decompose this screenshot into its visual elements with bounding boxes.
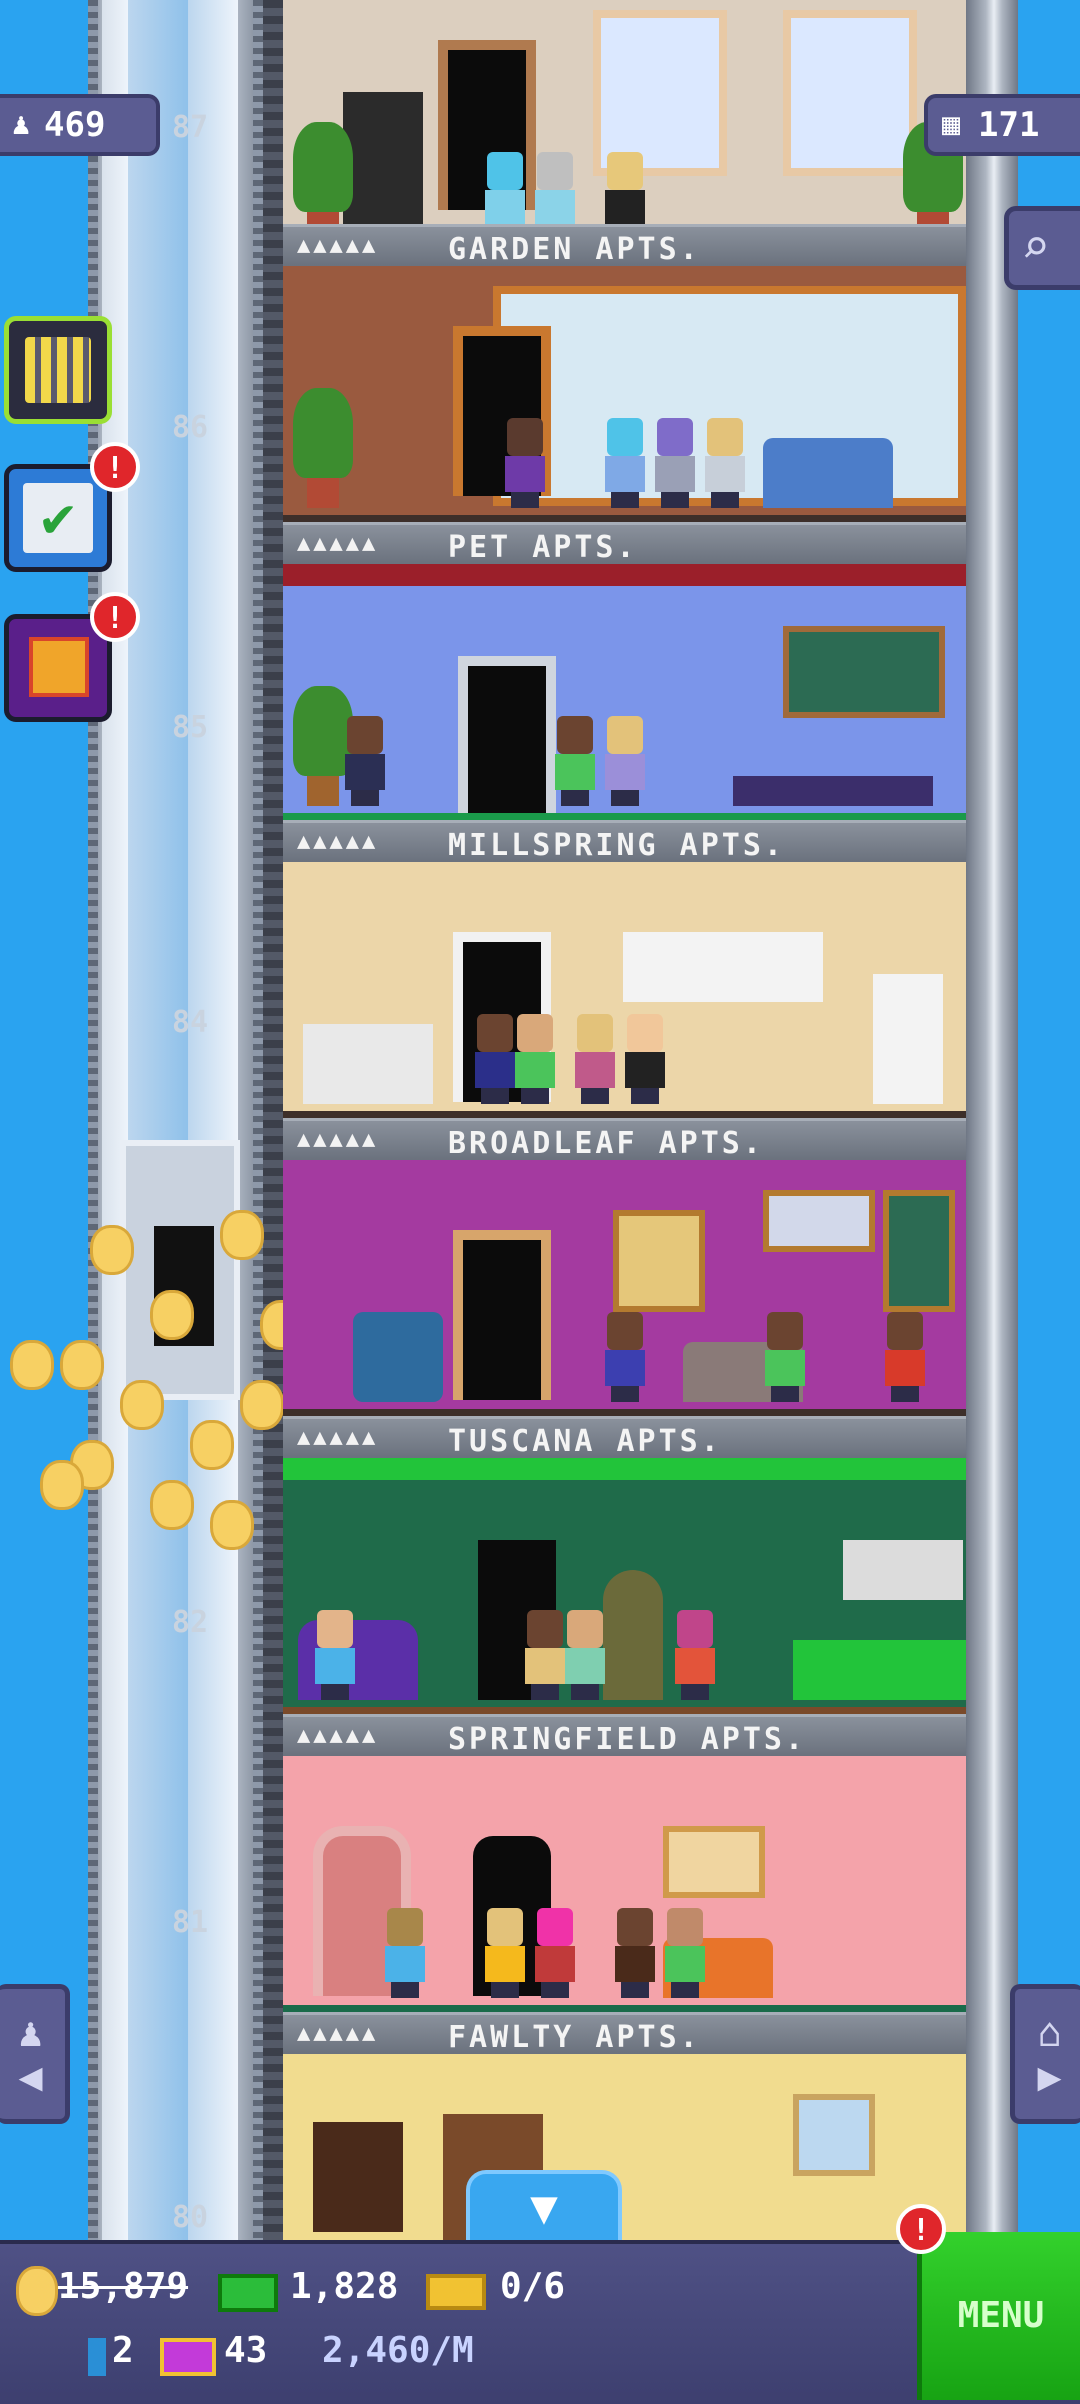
magnifier-icon: ⌕ xyxy=(1021,219,1050,275)
go-home-button[interactable]: ⌂ ▶ xyxy=(1010,1984,1080,2124)
floor-number: 80 xyxy=(171,2200,209,2235)
floor-label-garden[interactable]: ▲▲▲▲▲ GARDEN APTS. xyxy=(283,224,966,272)
elevator-shaft[interactable] xyxy=(88,0,263,2240)
floor-label-millspring[interactable]: ▲▲▲▲▲ MILLSPRING APTS. xyxy=(283,820,966,868)
floor-stars: ▲▲▲▲▲ xyxy=(297,829,379,854)
scroll-down-button[interactable]: ▼ xyxy=(466,2170,622,2244)
floor-label-pet[interactable]: ▲▲▲▲▲ PET APTS. xyxy=(283,522,966,570)
floor-label-tuscana[interactable]: ▲▲▲▲▲ TUSCANA APTS. xyxy=(283,1416,966,1464)
floor-stars: ▲▲▲▲▲ xyxy=(297,1425,379,1450)
tower-divider xyxy=(263,0,283,2240)
floor-garden-apts[interactable] xyxy=(283,0,966,257)
ticket-icon xyxy=(426,2274,486,2310)
search-button[interactable]: ⌕ xyxy=(1004,206,1080,290)
building-grid-icon xyxy=(25,337,91,403)
menu-button[interactable]: MENU xyxy=(917,2232,1080,2400)
floor-fawlty-apts[interactable] xyxy=(283,1756,966,2013)
golden-ticket-icon xyxy=(88,2338,106,2376)
floors-value: 171 xyxy=(978,105,1040,145)
floor-name: MILLSPRING APTS. xyxy=(448,828,785,863)
elevator-rider-button[interactable]: ♟ ◀ xyxy=(0,1984,70,2124)
tower-pillar-right xyxy=(966,0,1018,2240)
build-floor-button[interactable] xyxy=(4,316,112,424)
floor-springfield-apts[interactable] xyxy=(283,1458,966,1715)
gift-alert-badge: ! xyxy=(90,592,140,642)
home-arrow-icon: ⌂ ▶ xyxy=(1037,2010,1062,2100)
gift-icon xyxy=(29,637,89,697)
floor-number: 86 xyxy=(171,410,209,445)
floor-stars: ▲▲▲▲▲ xyxy=(297,1127,379,1152)
checklist-icon: ✔ xyxy=(23,483,93,553)
tickets-value: 0/6 xyxy=(500,2266,566,2307)
floor-number: 84 xyxy=(171,1005,209,1040)
floor-number: 81 xyxy=(171,1905,209,1940)
floor-stars: ▲▲▲▲▲ xyxy=(297,233,379,258)
floor-stars: ▲▲▲▲▲ xyxy=(297,2021,379,2046)
coins-value: 15,879 xyxy=(58,2266,189,2307)
floor-name: BROADLEAF APTS. xyxy=(448,1126,764,1161)
elevator-car[interactable] xyxy=(120,1140,240,1400)
floors-counter[interactable]: ▦ 171 xyxy=(924,94,1080,156)
income-rate: 2,460/M xyxy=(322,2330,474,2371)
floor-pet-apts[interactable] xyxy=(283,266,966,523)
vip-value: 43 xyxy=(224,2330,268,2371)
population-value: 469 xyxy=(44,105,106,145)
population-counter[interactable]: ♟ 469 xyxy=(0,94,160,156)
bux-value: 1,828 xyxy=(290,2266,399,2307)
floor-millspring-apts[interactable] xyxy=(283,564,966,821)
floor-label-springfield[interactable]: ▲▲▲▲▲ SPRINGFIELD APTS. xyxy=(283,1714,966,1762)
floor-stars: ▲▲▲▲▲ xyxy=(297,1723,379,1748)
floor-name: FAWLTY APTS. xyxy=(448,2020,701,2055)
shaft-rail-right xyxy=(253,0,263,2240)
floor-number: 82 xyxy=(171,1605,209,1640)
person-icon: ♟ xyxy=(12,107,31,142)
golden-tickets-value: 2 xyxy=(112,2330,134,2371)
missions-alert-badge: ! xyxy=(90,442,140,492)
floor-number: 85 xyxy=(171,710,209,745)
floor-number: 87 xyxy=(171,110,209,145)
person-arrow-icon: ♟ ◀ xyxy=(18,2010,43,2100)
floor-name: TUSCANA APTS. xyxy=(448,1424,722,1459)
down-arrow-icon: ▼ xyxy=(530,2180,558,2234)
floor-broadleaf-apts[interactable] xyxy=(283,862,966,1119)
floor-name: GARDEN APTS. xyxy=(448,232,701,267)
building-icon: ▦ xyxy=(942,107,961,142)
floor-stars: ▲▲▲▲▲ xyxy=(297,531,379,556)
bux-icon xyxy=(218,2274,278,2312)
menu-alert-badge: ! xyxy=(896,2204,946,2254)
floor-label-broadleaf[interactable]: ▲▲▲▲▲ BROADLEAF APTS. xyxy=(283,1118,966,1166)
floor-80[interactable] xyxy=(283,2054,966,2240)
vip-icon xyxy=(160,2338,216,2376)
coin-icon xyxy=(16,2266,58,2316)
floor-tuscana-apts[interactable] xyxy=(283,1160,966,1417)
floor-name: SPRINGFIELD APTS. xyxy=(448,1722,807,1757)
floor-label-fawlty[interactable]: ▲▲▲▲▲ FAWLTY APTS. xyxy=(283,2012,966,2060)
floor-name: PET APTS. xyxy=(448,530,638,565)
